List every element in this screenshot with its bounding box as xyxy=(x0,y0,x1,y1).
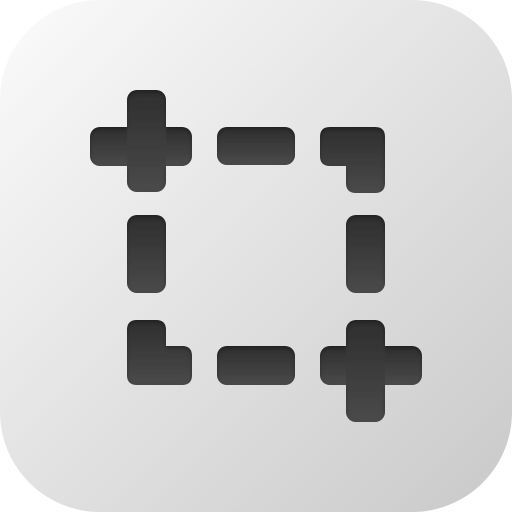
dash-left xyxy=(127,215,166,293)
app-icon xyxy=(0,0,512,512)
dash-bottom xyxy=(217,346,295,385)
dash-top xyxy=(217,127,295,165)
screenshot-selection-icon xyxy=(0,0,512,512)
plus-icon-bottom-right-vertical xyxy=(346,320,385,422)
plus-icon-top-left-vertical xyxy=(127,90,166,192)
dash-right xyxy=(346,215,385,293)
icon-background xyxy=(0,0,512,512)
